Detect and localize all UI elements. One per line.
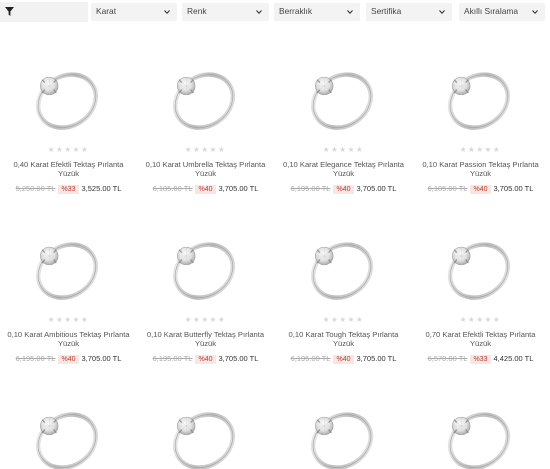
rating-stars: ★★★★★ [184,145,227,154]
rating-stars: ★★★★★ [459,315,502,324]
sort-select[interactable]: Akıllı Sıralama [459,3,545,21]
ring-image[interactable] [22,62,112,142]
ring-image[interactable] [297,232,387,312]
old-price: 6,195.00 TL [15,354,56,363]
karat-filter-select[interactable]: Karat [91,3,177,21]
funnel-icon [5,7,14,16]
current-price: 4,425.00 TL [493,354,534,363]
current-price: 3,705.00 TL [218,354,259,363]
discount-badge: %40 [333,185,354,194]
sort-label: Akıllı Sıralama [464,6,518,16]
discount-badge: %33 [58,185,79,194]
chevron-down-icon [164,10,170,15]
old-price: 6,185.00 TL [427,184,468,193]
current-price: 3,705.00 TL [218,184,259,193]
product-name[interactable]: 0,10 Karat Passion Tektaş Pırlanta Yüzük [416,160,545,178]
old-price: 5,250.00 TL [15,184,56,193]
chevron-down-icon [439,10,445,15]
filter-toggle-button[interactable] [0,2,88,22]
ring-image[interactable] [159,232,249,312]
price-row: 6,185.00 TL %40 3,705.00 TL [137,184,274,194]
price-row: 6,195.00 TL %40 3,705.00 TL [0,354,137,364]
rating-stars: ★★★★★ [47,315,90,324]
sertifika-filter-label: Sertifika [371,6,402,16]
product-name[interactable]: 0,10 Karat Umbrella Tektaş Pırlanta Yüzü… [141,160,270,178]
rating-stars: ★★★★★ [47,145,90,154]
product-name[interactable]: 0,10 Karat Ambitious Tektaş Pırlanta Yüz… [4,330,133,348]
ring-image[interactable] [434,232,524,312]
berraklik-filter-select[interactable]: Berraklık [274,3,360,21]
chevron-down-icon [347,10,353,15]
ring-image[interactable] [159,402,249,469]
ring-image[interactable] [297,402,387,469]
price-row: 6,195.00 TL %40 3,705.00 TL [275,184,412,194]
current-price: 3,705.00 TL [493,184,534,193]
old-price: 6,570.00 TL [427,354,468,363]
ring-image[interactable] [297,62,387,142]
berraklik-filter-label: Berraklık [279,6,313,16]
chevron-down-icon [532,10,538,15]
discount-badge: %33 [470,355,491,364]
current-price: 3,705.00 TL [356,184,397,193]
renk-filter-label: Renk [187,6,207,16]
old-price: 6,195.00 TL [290,354,331,363]
product-name[interactable]: 0,40 Karat Efektli Tektaş Pırlanta Yüzük [4,160,133,178]
sertifika-filter-select[interactable]: Sertifika [366,3,452,21]
product-name[interactable]: 0,10 Karat Tough Tektaş Pırlanta Yüzük [279,330,408,348]
product-name[interactable]: 0,70 Karat Efektli Tektaş Pırlanta Yüzük [416,330,545,348]
discount-badge: %40 [195,185,216,194]
rating-stars: ★★★★★ [322,145,365,154]
chevron-down-icon [256,10,262,15]
ring-image[interactable] [22,402,112,469]
current-price: 3,525.00 TL [81,184,122,193]
current-price: 3,705.00 TL [356,354,397,363]
old-price: 6,195.00 TL [152,354,193,363]
rating-stars: ★★★★★ [184,315,227,324]
discount-badge: %40 [470,185,491,194]
old-price: 6,195.00 TL [290,184,331,193]
renk-filter-select[interactable]: Renk [182,3,269,21]
discount-badge: %40 [195,355,216,364]
product-name[interactable]: 0,10 Karat Elegance Tektaş Pırlanta Yüzü… [279,160,408,178]
price-row: 6,195.00 TL %40 3,705.00 TL [275,354,412,364]
discount-badge: %40 [333,355,354,364]
product-name[interactable]: 0,10 Karat Butterfly Tektaş Pırlanta Yüz… [141,330,270,348]
price-row: 6,195.00 TL %40 3,705.00 TL [137,354,274,364]
old-price: 6,185.00 TL [152,184,193,193]
ring-image[interactable] [434,62,524,142]
price-row: 6,570.00 TL %33 4,425.00 TL [412,354,549,364]
current-price: 3,705.00 TL [81,354,122,363]
filter-bar: Karat Renk Berraklık Sertifika Akıllı Sı… [0,0,550,24]
rating-stars: ★★★★★ [322,315,365,324]
rating-stars: ★★★★★ [459,145,502,154]
karat-filter-label: Karat [96,6,117,16]
price-row: 5,250.00 TL %33 3,525.00 TL [0,184,137,194]
discount-badge: %40 [58,355,79,364]
ring-image[interactable] [22,232,112,312]
ring-image[interactable] [434,402,524,469]
price-row: 6,185.00 TL %40 3,705.00 TL [412,184,549,194]
ring-image[interactable] [159,62,249,142]
